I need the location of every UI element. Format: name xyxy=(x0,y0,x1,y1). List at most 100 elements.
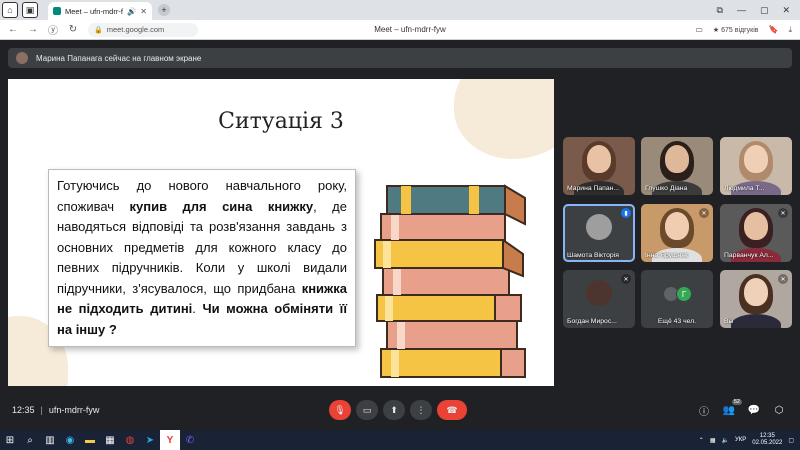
participant-name: Глушко Діана xyxy=(645,185,688,192)
more-options-button[interactable]: ⋮ xyxy=(410,400,432,420)
browser-menu-icon[interactable]: ⓨ xyxy=(48,22,58,37)
browser-left-icons: ⌂ ▣ xyxy=(0,2,38,18)
tray-chevron-icon[interactable]: ⌃ xyxy=(699,437,704,444)
camera-icon: ▭ xyxy=(362,404,372,415)
participant-tile[interactable]: Людмила Т... xyxy=(720,137,792,195)
bookmark-icon[interactable]: 🔖 xyxy=(768,25,778,34)
windows-taskbar: ⊞ ⌕ ▥ ◉ ▬ ▦ ◍ ➤ Y ✆ ⌃ ▦ 🔈 УКР 12:35 02.0… xyxy=(0,430,800,450)
notifications-icon[interactable]: ▢ xyxy=(788,437,794,444)
viber-icon[interactable]: ✆ xyxy=(180,430,200,450)
participant-tile[interactable]: Глушко Діана xyxy=(641,137,713,195)
microphone-off-button[interactable]: 🎙 xyxy=(329,400,351,420)
keyboard-language[interactable]: УКР xyxy=(735,437,746,443)
people-button[interactable]: 👥 52 xyxy=(722,399,742,417)
url-text: meet.google.com xyxy=(106,25,165,34)
chat-icon: 💬 xyxy=(747,404,761,416)
people-icon: 👥 xyxy=(722,404,736,416)
edge-icon[interactable]: ◉ xyxy=(60,430,80,450)
present-screen-button[interactable]: ⬆ xyxy=(383,400,405,420)
more-participants-tile[interactable]: Г Ещё 43 чел. xyxy=(641,270,713,328)
back-icon[interactable]: ← xyxy=(8,24,18,35)
browser-tab-meet[interactable]: Meet – ufn-mdrr-fyw 🔊 ✕ xyxy=(48,2,152,20)
screen: ⌂ ▣ Meet – ufn-mdrr-fyw 🔊 ✕ + ⧉ — ▢ ✕ ← … xyxy=(0,0,800,450)
new-tab-button[interactable]: + xyxy=(158,4,170,16)
present-icon: ⬆ xyxy=(390,404,398,415)
participant-name: Богдан Мирос... xyxy=(567,318,617,325)
page-title: Meet – ufn-mdrr-fyw xyxy=(374,25,446,34)
maximize-icon[interactable]: ▢ xyxy=(760,5,769,16)
forward-icon[interactable]: → xyxy=(28,24,38,35)
system-tray: ⌃ ▦ 🔈 УКР 12:35 02.05.2022 ▢ xyxy=(699,433,800,447)
leave-call-button[interactable]: ☎ xyxy=(437,400,467,420)
meeting-details-button[interactable]: ⓘ xyxy=(697,403,711,418)
chrome-icon[interactable]: ◍ xyxy=(120,430,140,450)
chat-button[interactable]: 💬 xyxy=(747,403,761,417)
extensions-icon[interactable]: ⧉ xyxy=(717,5,723,16)
participant-avatar-letter: Г xyxy=(676,286,692,302)
bookmarks-icon[interactable]: ▣ xyxy=(22,2,38,18)
network-icon[interactable]: ▦ xyxy=(710,437,716,444)
browser-address-bar: ← → ⓨ ↻ 🔒 meet.google.com Meet – ufn-mdr… xyxy=(0,20,800,40)
home-icon[interactable]: ⌂ xyxy=(2,2,18,18)
window-controls: ⧉ — ▢ ✕ xyxy=(717,5,800,16)
store-icon[interactable]: ▦ xyxy=(100,430,120,450)
camera-permission-icon[interactable]: ▭ xyxy=(695,25,703,34)
participant-avatar xyxy=(586,280,612,306)
activities-button[interactable]: ⬡ xyxy=(772,403,786,417)
participant-name: Марина Папан... xyxy=(567,185,620,192)
participant-tile[interactable]: ✕ Парванчук Ал... xyxy=(720,204,792,262)
people-count-badge: 52 xyxy=(731,399,742,405)
volume-icon[interactable]: 🔈 xyxy=(722,437,729,444)
meeting-code: ufn-mdrr-fyw xyxy=(48,405,100,415)
meeting-info-separator: | xyxy=(40,405,43,415)
minimize-icon[interactable]: — xyxy=(737,5,746,16)
participant-tile[interactable]: ✕ Богдан Мирос... xyxy=(563,270,635,328)
meeting-time: 12:35 xyxy=(12,405,35,415)
slide-text-bold: купив для сина книжку xyxy=(129,198,314,214)
reload-icon[interactable]: ↻ xyxy=(68,24,78,35)
meeting-info: 12:35 | ufn-mdrr-fyw xyxy=(12,405,99,415)
mic-muted-icon: ✕ xyxy=(621,274,631,284)
mic-muted-icon: ✕ xyxy=(699,208,709,218)
meet-favicon-icon xyxy=(53,7,61,15)
participant-face xyxy=(744,278,768,306)
participant-face xyxy=(744,145,768,173)
task-view-icon[interactable]: ▥ xyxy=(40,430,60,450)
tab-title: Meet – ufn-mdrr-fyw xyxy=(65,6,123,16)
search-icon[interactable]: ⌕ xyxy=(20,430,40,450)
download-icon[interactable]: ⤓ xyxy=(788,25,792,35)
self-view-tile[interactable]: ✕ Вы xyxy=(720,270,792,328)
reviews-badge[interactable]: ★ 675 відгуків xyxy=(713,26,759,34)
participant-name: Інна Ярушняк xyxy=(645,252,688,259)
camera-button[interactable]: ▭ xyxy=(356,400,378,420)
yandex-browser-icon[interactable]: Y xyxy=(160,430,180,450)
participant-face xyxy=(665,212,689,240)
taskbar-clock[interactable]: 12:35 02.05.2022 xyxy=(752,433,782,447)
participant-name: Парванчук Ал... xyxy=(724,252,774,259)
presenter-avatar xyxy=(16,52,28,64)
slide-text: . xyxy=(192,301,203,316)
mic-muted-icon: ✕ xyxy=(778,274,788,284)
slide-text-box: Готуючись до нового навчального року, сп… xyxy=(48,169,356,347)
telegram-icon[interactable]: ➤ xyxy=(140,430,160,450)
close-window-icon[interactable]: ✕ xyxy=(782,5,790,16)
mic-muted-icon: ✕ xyxy=(778,208,788,218)
shapes-icon: ⬡ xyxy=(774,404,784,416)
lock-icon: 🔒 xyxy=(94,26,103,34)
address-bar-right: ▭ ★ 675 відгуків 🔖 ⤓ xyxy=(695,25,792,35)
file-explorer-icon[interactable]: ▬ xyxy=(80,430,100,450)
participant-tile-active-speaker[interactable]: ▮ Шамота Вікторія xyxy=(563,204,635,262)
speaker-icon: 🔊 xyxy=(126,6,137,16)
more-participants-label: Ещё 43 чел. xyxy=(657,318,697,325)
participant-face xyxy=(665,145,689,173)
participant-face xyxy=(587,145,611,173)
shared-screen-slide: Ситуація 3 Готуючись до нового навчально… xyxy=(8,79,554,386)
close-tab-icon[interactable]: ✕ xyxy=(140,7,147,16)
url-field[interactable]: 🔒 meet.google.com xyxy=(88,22,198,37)
participant-face xyxy=(744,212,768,240)
participant-tile[interactable]: ✕ Інна Ярушняк xyxy=(641,204,713,262)
windows-start-icon[interactable]: ⊞ xyxy=(0,430,20,450)
taskbar-date: 02.05.2022 xyxy=(752,440,783,446)
meeting-controls-bar: 12:35 | ufn-mdrr-fyw 🎙 ▭ ⬆ ⋮ ☎ ⓘ 👥 52 💬 … xyxy=(0,397,800,423)
participant-tile[interactable]: Марина Папан... xyxy=(563,137,635,195)
